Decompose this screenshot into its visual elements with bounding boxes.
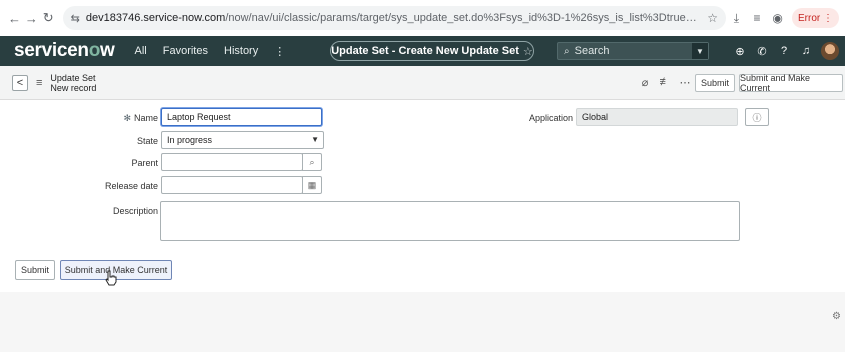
reload-icon[interactable]: ↻ — [40, 10, 57, 26]
logo-text-start: servicen — [14, 40, 89, 61]
info-icon: ⓘ — [752, 112, 762, 123]
description-label: Description — [112, 206, 158, 216]
servicenow-logo[interactable]: servicenow — [14, 40, 115, 62]
bookmark-star-icon[interactable]: ☆ — [707, 11, 718, 25]
attachment-icon[interactable]: ⌀ — [635, 76, 655, 89]
search-icon: ⌕ — [564, 45, 570, 57]
record-state: New record — [50, 82, 97, 93]
help-icon[interactable]: ? — [773, 45, 795, 57]
error-badge-label: Error — [797, 12, 821, 24]
notification-bell-icon[interactable]: ♫ — [795, 45, 817, 57]
application-field: Global — [576, 108, 738, 126]
url-path: /now/nav/ui/classic/params/target/sys_up… — [225, 12, 702, 24]
header-nav: All Favorites History ⋮ — [135, 45, 302, 58]
submit-button[interactable]: Submit — [15, 260, 55, 280]
nav-favorites[interactable]: Favorites — [163, 45, 208, 58]
address-bar[interactable]: ⇆ dev183746.service-now.com /now/nav/ui/… — [62, 6, 727, 30]
name-input[interactable]: Laptop Request — [161, 108, 322, 126]
back-button[interactable]: < — [12, 74, 28, 91]
state-select[interactable]: In progress ▼ — [161, 131, 324, 149]
application-label: Application — [528, 113, 573, 123]
globe-icon[interactable]: ⊕ — [729, 45, 751, 58]
page-title-pill[interactable]: Update Set - Create New Update Set ☆ — [330, 41, 534, 61]
download-icon[interactable]: ⤓ — [726, 11, 747, 26]
nav-all[interactable]: All — [135, 45, 147, 58]
form-title: Update Set New record — [50, 73, 96, 93]
chevron-down-icon: ▼ — [311, 135, 319, 144]
servicenow-header: servicenow All Favorites History ⋮ Updat… — [0, 36, 845, 66]
context-menu-icon[interactable]: ≡ — [36, 77, 42, 89]
more-options-icon[interactable]: ⋯ — [675, 76, 695, 89]
search-placeholder: Search — [574, 45, 610, 57]
back-arrow-icon[interactable]: ← — [6, 11, 23, 26]
application-info-button[interactable]: ⓘ — [745, 108, 769, 126]
state-label: State — [136, 136, 158, 146]
required-icon: ✻ — [123, 113, 131, 123]
settings-icon[interactable]: ⚙ — [832, 311, 841, 322]
extensions-icon[interactable]: ≡ — [747, 11, 768, 25]
global-search[interactable]: ⌕ Search ▼ — [557, 42, 709, 60]
url-host: dev183746.service-now.com — [85, 12, 226, 24]
calendar-icon: ▦ — [307, 179, 317, 190]
logo-text-o: o — [88, 40, 101, 61]
error-badge[interactable]: Error ⋮ — [791, 8, 839, 28]
release-date-input[interactable] — [161, 176, 303, 194]
record-type: Update Set — [50, 72, 96, 83]
parent-label: Parent — [131, 158, 158, 168]
favorite-star-icon[interactable]: ☆ — [523, 45, 533, 58]
search-scope-dropdown-icon[interactable]: ▼ — [692, 43, 708, 59]
nav-more[interactable]: ⋮ — [274, 45, 285, 58]
hand-cursor-icon — [105, 270, 117, 286]
search-icon: ⌕ — [309, 156, 315, 167]
nav-history[interactable]: History — [224, 45, 258, 58]
profile-icon[interactable]: ◉ — [767, 11, 788, 25]
name-label: ✻ Name — [78, 113, 158, 124]
chat-icon[interactable]: ✆ — [751, 45, 773, 58]
titlebar-icons: ⌀ ≢ ⋯ — [635, 76, 695, 89]
page-title: Update Set - Create New Update Set — [331, 45, 519, 57]
forward-arrow-icon[interactable]: → — [23, 11, 40, 26]
parent-input[interactable] — [161, 153, 303, 171]
site-settings-icon[interactable]: ⇆ — [71, 12, 80, 25]
personalize-form-icon[interactable]: ≢ — [655, 76, 675, 89]
name-label-text: Name — [133, 113, 158, 123]
state-value: In progress — [167, 135, 213, 145]
release-date-label: Release date — [104, 181, 158, 191]
description-textarea[interactable] — [160, 201, 740, 241]
calendar-button[interactable]: ▦ — [302, 176, 322, 194]
parent-lookup-button[interactable]: ⌕ — [302, 153, 322, 171]
header-submit-button[interactable]: Submit — [695, 74, 735, 92]
user-avatar[interactable] — [821, 42, 839, 60]
header-icons: ⊕ ✆ ? ♫ — [729, 42, 839, 60]
form-title-bar: < ≡ Update Set New record ⌀ ≢ ⋯ Submit S… — [0, 66, 845, 100]
header-submit-make-current-button[interactable]: Submit and Make Current — [739, 73, 843, 93]
lower-panel — [0, 292, 845, 352]
logo-text-end: w — [100, 40, 115, 61]
browser-toolbar: ← → ↻ ⇆ dev183746.service-now.com /now/n… — [0, 0, 845, 36]
